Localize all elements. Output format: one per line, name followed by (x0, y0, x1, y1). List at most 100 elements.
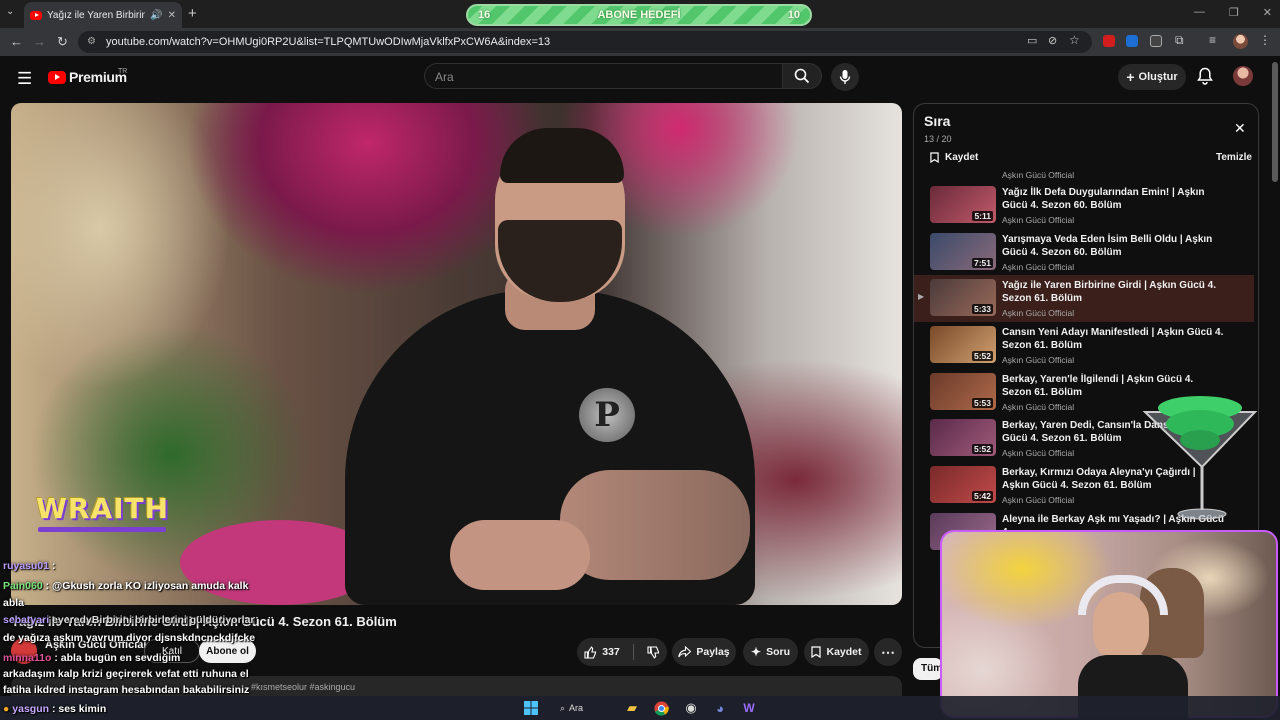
like-button[interactable]: 337 (584, 645, 620, 659)
queue-item-current[interactable]: ▶ 5:33 Yağız ile Yaren Birbirine Girdi |… (914, 275, 1254, 323)
reload-icon[interactable]: ↻ (57, 34, 68, 50)
windows-start-icon[interactable] (522, 699, 540, 717)
new-tab-icon[interactable]: + (188, 5, 197, 22)
ask-button[interactable]: ✦ Soru (743, 638, 798, 666)
maximize-icon[interactable]: ❐ (1229, 6, 1239, 19)
queue-item[interactable]: 5:11 Yağız İlk Defa Duygularından Emin! … (914, 182, 1254, 229)
chat-message: Pain060 : @Gkush zorla KO izliyosan amud… (3, 580, 248, 592)
thumbs-down-icon[interactable] (647, 645, 660, 659)
search-icon: ⌕ (560, 702, 566, 713)
queue-partial-item-channel: Aşkın Gücü Official (1002, 170, 1075, 180)
microphone-icon (839, 70, 851, 84)
stream-brand-overlay: WRAITH (36, 492, 170, 525)
save-button[interactable]: Kaydet (804, 638, 869, 666)
thumbs-up-icon (584, 645, 597, 659)
chat-user: yasgun (12, 703, 50, 715)
bookmark-icon (811, 646, 822, 658)
more-actions-button[interactable]: ⋯ (874, 638, 902, 666)
youtube-favicon-icon (30, 10, 42, 20)
tab-list-icon[interactable]: ⌄ (6, 6, 14, 17)
now-playing-icon: ▶ (918, 292, 925, 302)
like-dislike-group: 337 (577, 638, 667, 666)
bookmark-star-icon[interactable]: ☆ (1069, 33, 1080, 47)
cast-icon[interactable]: ▭ (1027, 34, 1037, 47)
search-button[interactable] (782, 63, 822, 89)
chat-message: ruyasu01 : (3, 560, 56, 572)
reading-list-icon[interactable]: ≡ (1209, 33, 1216, 47)
site-info-icon[interactable]: ⚙ (87, 36, 96, 47)
tab-close-icon[interactable]: ✕ (168, 10, 176, 21)
chat-text: : @Gkush zorla KO izliyosan amuda kalk (45, 580, 249, 592)
extensions-puzzle-icon[interactable]: ⧉ (1175, 33, 1184, 48)
taskbar-search[interactable]: ⌕ Ara (560, 699, 608, 717)
menu-icon[interactable]: ☰ (17, 69, 32, 89)
queue-count: 13 / 20 (924, 134, 952, 144)
sparkle-icon: ✦ (751, 645, 762, 659)
hide-icon[interactable]: ⊘ (1048, 34, 1057, 47)
queue-item-title: Yarışmaya Veda Eden İsim Belli Oldu | Aş… (1002, 233, 1213, 258)
queue-save-label: Kaydet (945, 152, 979, 163)
search-input[interactable]: Ara (424, 63, 782, 89)
video-thumbnail: 5:33 (930, 279, 996, 317)
queue-clear-button[interactable]: Temizle (1216, 152, 1252, 163)
page-scrollbar[interactable] (1272, 62, 1278, 182)
browser-menu-icon[interactable]: ⋮ (1259, 33, 1271, 47)
discord-icon[interactable]: ◕ (711, 699, 729, 717)
video-duration: 5:42 (971, 491, 993, 502)
address-bar[interactable]: youtube.com/watch?v=OHMUgi0RP2U&list=TLP… (78, 31, 1092, 53)
minimize-icon[interactable]: — (1194, 6, 1205, 19)
chat-user: Pain060 (3, 580, 43, 592)
chat-message: ● yasgun : ses kimin (3, 703, 106, 715)
app-icon[interactable]: W (740, 699, 758, 717)
voice-search-button[interactable] (831, 63, 859, 91)
forward-icon[interactable]: → (33, 34, 46, 49)
ask-label: Soru (766, 646, 790, 658)
back-icon[interactable]: ← (10, 34, 23, 49)
share-icon (678, 646, 692, 658)
region-code: TR (118, 68, 128, 75)
video-thumbnail: 5:11 (930, 186, 996, 223)
queue-item[interactable]: 5:52 Cansın Yeni Adayı Manifestledi | Aş… (914, 322, 1254, 369)
share-button[interactable]: Paylaş (672, 638, 736, 666)
goal-target: 10 (787, 9, 800, 21)
bookmark-icon (930, 152, 939, 163)
plus-icon: + (1126, 69, 1135, 85)
chrome-icon[interactable] (652, 699, 670, 717)
video-duration: 5:52 (971, 351, 993, 362)
extension-icon[interactable] (1150, 35, 1162, 47)
queue-save-button[interactable]: Kaydet (930, 152, 978, 163)
video-duration: 7:51 (971, 257, 993, 268)
extension-icon[interactable] (1126, 35, 1138, 47)
extension-icon[interactable] (1103, 35, 1115, 47)
video-person-hands (450, 520, 590, 590)
chat-message: sebatyari eyeredyBirbirini birbirlerini … (3, 614, 255, 626)
queue-item[interactable]: 7:51 Yarışmaya Veda Eden İsim Belli Oldu… (914, 229, 1254, 276)
browser-tab[interactable]: Yağız ile Yaren Birbirine Girdi 🔊 ✕ (24, 2, 182, 28)
queue-item-channel: Aşkın Gücü Official (1002, 215, 1075, 225)
browser-profile-avatar[interactable] (1233, 34, 1248, 49)
queue-item-channel: Aşkın Gücü Official (1002, 261, 1075, 272)
filter-chip-all[interactable]: Tümü (913, 658, 948, 680)
video-thumbnail: 5:53 (930, 372, 996, 410)
speaker-icon[interactable]: 🔊 (150, 10, 162, 21)
queue-item-title: Cansın Yeni Adayı Manifestledi | Aşkın G… (1002, 327, 1224, 352)
chat-user: ruyasu01 (3, 560, 50, 572)
notifications-button[interactable] (1197, 67, 1213, 90)
bell-icon (1197, 67, 1213, 85)
obs-icon[interactable]: ◉ (682, 699, 700, 717)
chat-message: minna11o : abla bugün en sevdiğim (3, 652, 180, 664)
account-avatar[interactable] (1233, 66, 1253, 86)
close-window-icon[interactable]: ✕ (1263, 6, 1272, 19)
search-icon (794, 68, 810, 84)
martini-glass-overlay (1142, 396, 1258, 520)
chat-message: abla (3, 597, 24, 609)
description-tags: #kısmetseolur #askingucu (251, 682, 356, 692)
queue-item-title: Yağız İlk Defa Duygularından Emin! | Aşk… (1002, 187, 1205, 211)
youtube-logo[interactable]: Premium (48, 69, 127, 85)
create-button[interactable]: + Oluştur (1118, 64, 1186, 90)
close-queue-icon[interactable]: ✕ (1234, 120, 1246, 137)
file-explorer-icon[interactable]: ▰ (623, 699, 641, 717)
taskbar-search-label: Ara (569, 703, 584, 713)
video-duration: 5:53 (971, 397, 993, 408)
video-duration: 5:33 (971, 304, 993, 315)
